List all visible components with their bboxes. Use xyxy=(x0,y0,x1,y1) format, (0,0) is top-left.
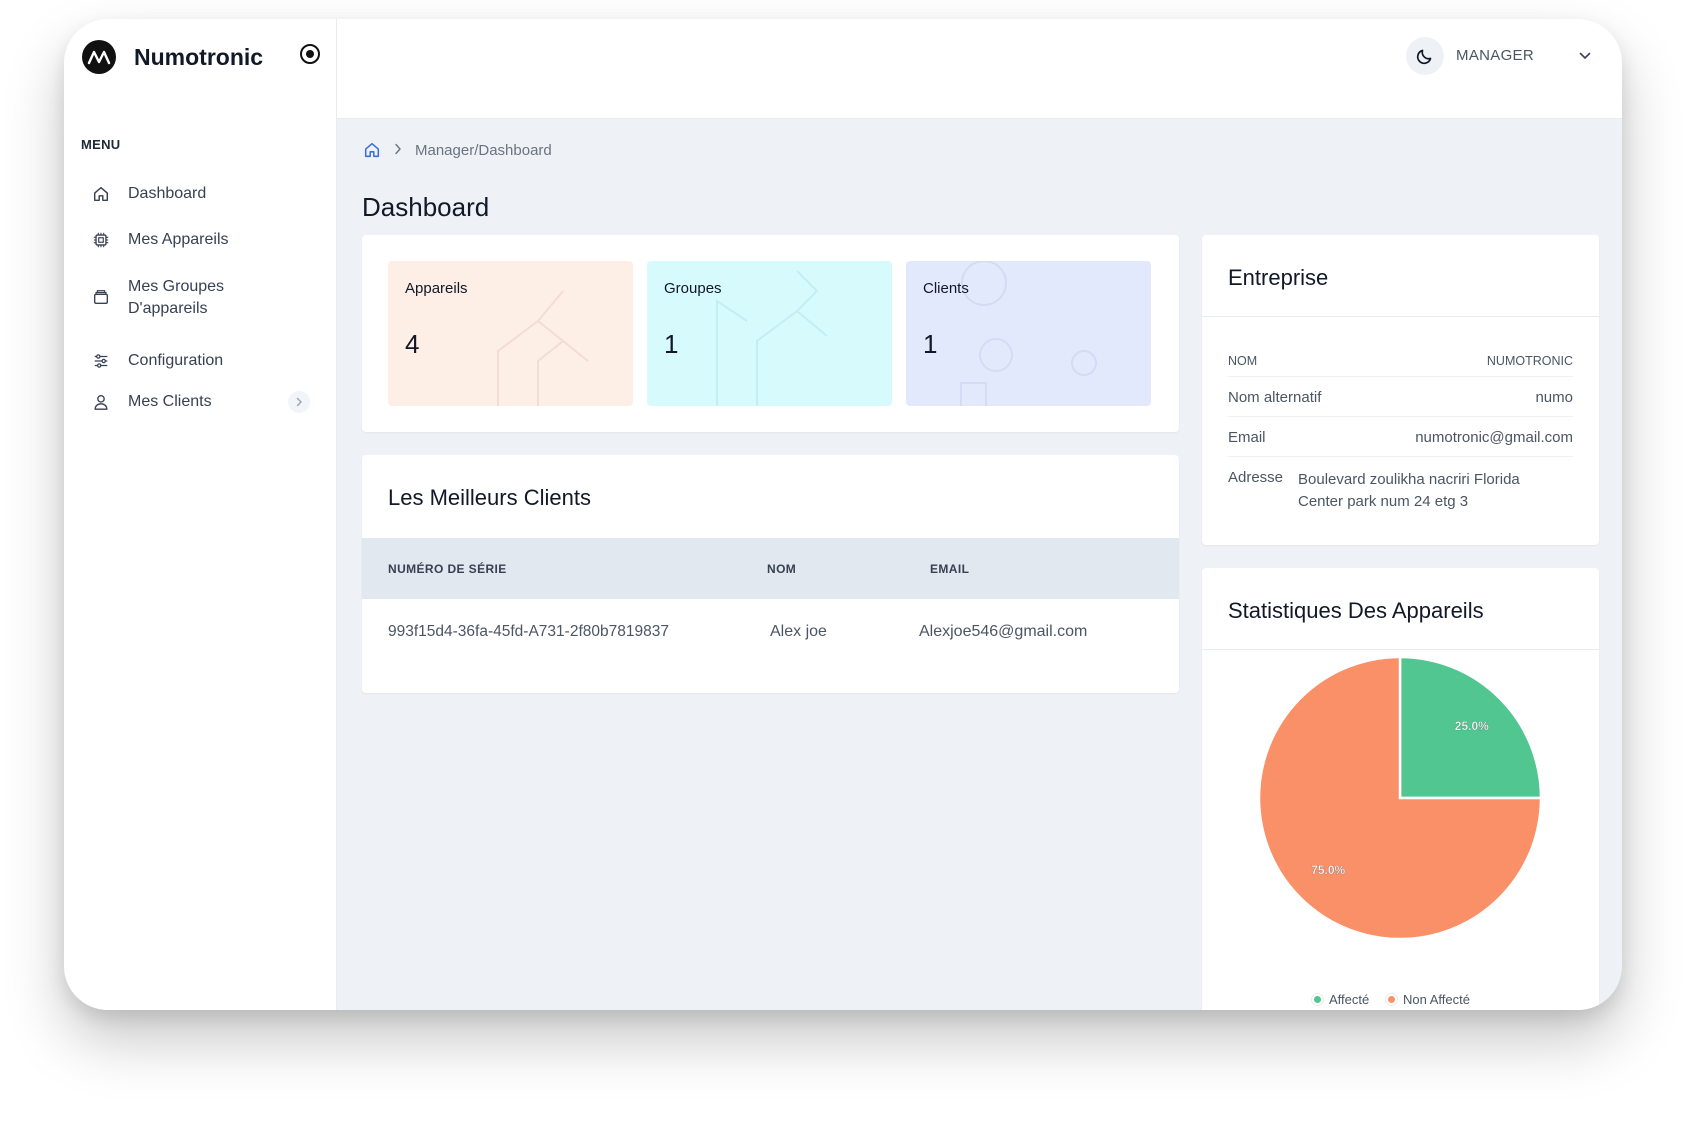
divider xyxy=(1228,416,1573,417)
breadcrumb: Manager/Dashboard xyxy=(363,141,552,159)
user-role[interactable]: MANAGER xyxy=(1456,47,1534,64)
moon-icon xyxy=(1416,49,1432,65)
entreprise-card: Entreprise NOM NUMOTRONIC Nom alternatif… xyxy=(1202,235,1599,545)
row-value: numo xyxy=(1535,389,1573,406)
sidebar-item-mes-appareils[interactable]: Mes Appareils xyxy=(92,229,229,251)
sidebar-item-mes-groupes[interactable]: Mes Groupes D'appareils xyxy=(92,276,232,320)
cell-email: Alexjoe546@gmail.com xyxy=(919,623,1088,640)
breadcrumb-path[interactable]: Manager/Dashboard xyxy=(415,142,552,159)
divider xyxy=(1228,456,1573,457)
legend-label: Non Affecté xyxy=(1403,992,1470,1007)
stat-label: Clients xyxy=(923,280,969,297)
table-header: NUMÉRO DE SÉRIE NOM EMAIL xyxy=(362,538,1179,599)
cell-serial: 993f15d4-36fa-45fd-A731-2f80b7819837 xyxy=(388,623,669,640)
chevron-right-icon xyxy=(393,142,403,159)
page-title: Dashboard xyxy=(362,192,490,222)
sidebar-item-label: Mes Clients xyxy=(128,393,212,410)
dark-mode-toggle[interactable] xyxy=(1406,37,1444,75)
address-line-2: Center park num 24 etg 3 xyxy=(1298,493,1469,510)
column-header-email[interactable]: EMAIL xyxy=(930,562,969,576)
divider xyxy=(1202,316,1599,317)
legend-item-non-affecte[interactable]: Non Affecté xyxy=(1386,992,1470,1007)
user-icon xyxy=(94,395,108,410)
card-title: Entreprise xyxy=(1228,265,1329,290)
address-line-1: Boulevard zoulikha nacriri Florida xyxy=(1298,471,1520,488)
sidebar-item-configuration[interactable]: Configuration xyxy=(92,350,223,372)
row-key: NOM xyxy=(1228,354,1258,368)
sidebar-item-label: Mes Appareils xyxy=(128,231,229,248)
stat-tile-groupes[interactable]: Groupes 1 xyxy=(647,261,892,406)
brand[interactable]: Numotronic xyxy=(82,37,263,77)
legend-dot-icon xyxy=(1386,994,1397,1005)
legend-item-affecte[interactable]: Affecté xyxy=(1312,992,1369,1007)
row-key: Adresse xyxy=(1228,469,1284,486)
row-value: numotronic@gmail.com xyxy=(1415,429,1573,446)
sidebar-item-dashboard[interactable]: Dashboard xyxy=(92,183,206,205)
sidebar-item-label: Dashboard xyxy=(128,185,207,202)
home-icon[interactable] xyxy=(363,141,381,159)
pie-slice-label: 25.0% xyxy=(1455,719,1489,733)
sidebar-item-mes-clients[interactable]: Mes Clients xyxy=(92,391,212,413)
sidebar: Numotronic MENU Dashboard Mes Appareils … xyxy=(64,19,337,1010)
sidebar-toggle-icon[interactable] xyxy=(300,44,320,64)
legend-label: Affecté xyxy=(1329,992,1370,1007)
stats-card: Appareils 4 Groupes 1 Clients 1 xyxy=(362,235,1179,432)
row-key: Email xyxy=(1228,429,1266,446)
stat-label: Appareils xyxy=(405,280,468,297)
stat-value: 1 xyxy=(664,329,679,359)
row-key: Nom alternatif xyxy=(1228,389,1322,406)
pie-chart: 25.0% 75.0% xyxy=(1257,655,1543,941)
device-stats-card: Statistiques Des Appareils 25.0% 75.0% Af… xyxy=(1202,568,1599,1010)
folder-icon xyxy=(94,290,108,304)
sliders-icon xyxy=(94,354,108,368)
chip-icon xyxy=(93,232,109,248)
stat-tile-clients[interactable]: Clients 1 xyxy=(906,261,1151,406)
menu-title: MENU xyxy=(81,137,121,152)
card-title: Les Meilleurs Clients xyxy=(388,485,591,510)
stat-label: Groupes xyxy=(664,280,722,297)
legend-dot-icon xyxy=(1312,994,1323,1005)
brand-name: Numotronic xyxy=(134,43,264,70)
app-window: Numotronic MENU Dashboard Mes Appareils … xyxy=(64,19,1622,1010)
stat-value: 4 xyxy=(405,329,420,359)
chevron-right-icon[interactable] xyxy=(288,391,310,413)
stat-value: 1 xyxy=(923,329,938,359)
best-clients-card: Les Meilleurs Clients NUMÉRO DE SÉRIE NO… xyxy=(362,455,1179,693)
sidebar-item-label: Configuration xyxy=(128,352,224,369)
home-icon xyxy=(93,186,109,202)
chevron-down-icon[interactable] xyxy=(1578,49,1592,63)
row-value: NUMOTRONIC xyxy=(1486,354,1573,368)
stat-tile-appareils[interactable]: Appareils 4 xyxy=(388,261,633,406)
column-header-name[interactable]: NOM xyxy=(767,562,796,576)
brand-logo-icon xyxy=(82,40,116,74)
topbar: MANAGER xyxy=(337,19,1622,119)
sidebar-item-label: Mes Groupes D'appareils xyxy=(128,278,225,317)
divider xyxy=(1228,376,1573,377)
row-value: Boulevard zoulikha nacriri Florida Cente… xyxy=(1298,469,1520,513)
column-header-serial[interactable]: NUMÉRO DE SÉRIE xyxy=(388,562,507,576)
pie-slice-label: 75.0% xyxy=(1311,863,1345,877)
entreprise-row-adresse: Adresse Boulevard zoulikha nacriri Flori… xyxy=(1228,469,1573,513)
cell-name: Alex joe xyxy=(770,623,827,640)
